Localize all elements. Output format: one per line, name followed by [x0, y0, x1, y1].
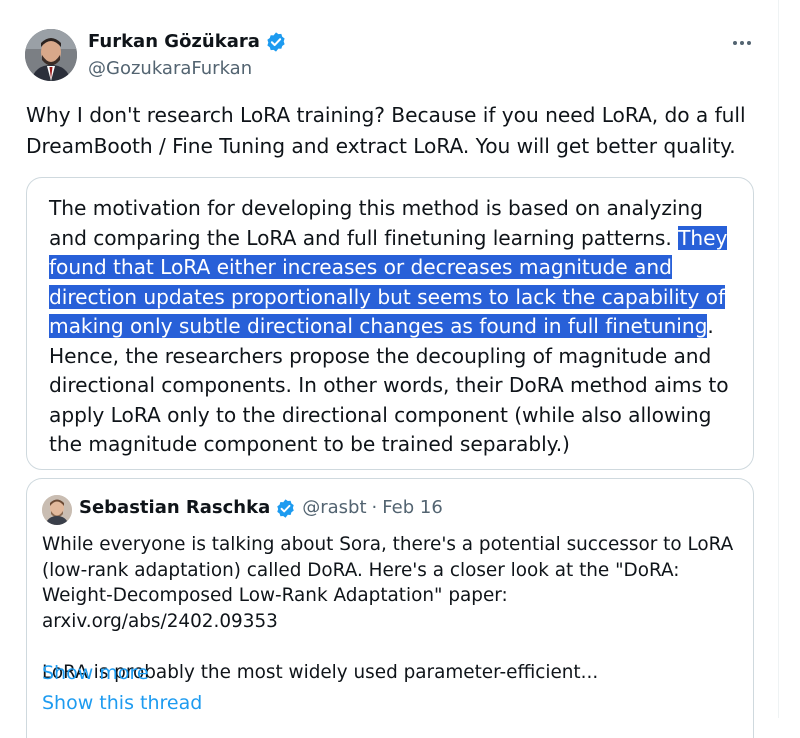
author-avatar[interactable] [25, 29, 77, 81]
quoted-author-handle[interactable]: @rasbt [302, 496, 366, 520]
timeline-right-border [778, 0, 779, 718]
header-separator: · [371, 497, 378, 518]
tweet-text: Why I don't research LoRA training? Beca… [26, 103, 746, 158]
verified-badge-icon [267, 32, 285, 52]
quoted-tweet-date[interactable]: Feb 16 [382, 496, 443, 520]
image-text-before: The motivation for developing this metho… [49, 196, 703, 250]
quoted-tweet-header: Sebastian Raschka @rasbt · Feb 16 [79, 496, 443, 520]
attached-image-text: The motivation for developing this metho… [49, 194, 739, 460]
show-more-link[interactable]: Show more [42, 661, 149, 686]
more-options-icon[interactable] [728, 33, 756, 53]
attached-image-card[interactable]: The motivation for developing this metho… [26, 177, 754, 470]
author-handle[interactable]: @GozukaraFurkan [88, 57, 252, 81]
quoted-author-avatar[interactable] [42, 495, 72, 525]
author-name-row: Furkan Gözükara [88, 30, 287, 54]
quoted-author-name[interactable]: Sebastian Raschka [79, 496, 270, 520]
verified-badge-icon [277, 498, 294, 518]
show-thread-link[interactable]: Show this thread [42, 690, 202, 716]
author-name[interactable]: Furkan Gözükara [88, 30, 260, 54]
